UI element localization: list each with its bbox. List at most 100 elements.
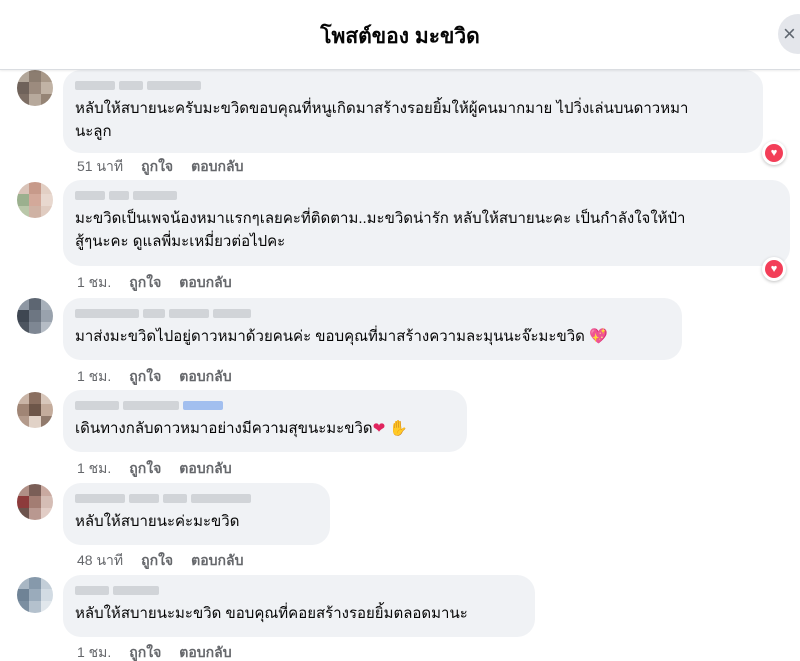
avatar[interactable] [17, 484, 53, 520]
avatar-pixel [29, 589, 41, 601]
like-button[interactable]: ถูกใจ [129, 459, 161, 477]
comment-actions: 1 ชม. ถูกใจ ตอบกลับ [77, 459, 232, 477]
avatar-pixel [41, 601, 53, 613]
comment-text: หลับให้สบายนะครับมะขวิดขอบคุณที่หนูเกิดม… [75, 100, 689, 140]
avatar-pixel [41, 182, 53, 194]
avatar-pixel [41, 82, 53, 94]
comment-time[interactable]: 1 ชม. [77, 273, 111, 291]
comment-actions: 1 ชม. ถูกใจ ตอบกลับ [77, 643, 232, 661]
avatar-pixel [17, 392, 29, 404]
avatar-pixel [29, 496, 41, 508]
avatar-pixel [29, 577, 41, 589]
avatar-pixel [41, 404, 53, 416]
like-button[interactable]: ถูกใจ [129, 643, 161, 661]
avatar-pixel [17, 404, 29, 416]
reply-button[interactable]: ตอบกลับ [191, 157, 243, 175]
comment-text: หลับให้สบายนะค่ะมะขวิด [75, 513, 240, 530]
avatar-pixel [29, 182, 41, 194]
avatar[interactable] [17, 298, 53, 334]
avatar-pixel [17, 601, 29, 613]
comment-actions: 1 ชม. ถูกใจ ตอบกลับ [77, 273, 232, 291]
avatar-pixel [29, 404, 41, 416]
avatar-pixel [17, 322, 29, 334]
avatar-pixel [17, 194, 29, 206]
avatar-pixel [17, 206, 29, 218]
avatar-pixel [29, 601, 41, 613]
avatar-pixel [41, 206, 53, 218]
reply-button[interactable]: ตอบกลับ [191, 551, 243, 569]
avatar-pixel [29, 484, 41, 496]
comment-text-body: มาส่งมะขวิดไปอยู่ดาวหมาด้วยคนค่ะ ขอบคุณท… [75, 328, 585, 345]
avatar-pixel [17, 416, 29, 428]
author-name-blurred[interactable] [75, 492, 318, 504]
comment-bubble: หลับให้สบายนะค่ะมะขวิด [63, 483, 330, 545]
avatar-pixel [17, 82, 29, 94]
comment-bubble: หลับให้สบายนะมะขวิด ขอบคุณที่คอยสร้างรอย… [63, 575, 535, 637]
comment-actions: 51 นาที ถูกใจ ตอบกลับ [77, 157, 243, 175]
avatar-pixel [29, 310, 41, 322]
reply-button[interactable]: ตอบกลับ [179, 367, 231, 385]
comment-time[interactable]: 1 ชม. [77, 643, 111, 661]
comment-text: มาส่งมะขวิดไปอยู่ดาวหมาด้วยคนค่ะ ขอบคุณท… [75, 325, 670, 348]
avatar-pixel [17, 94, 29, 106]
red-heart-icon: ❤ [372, 419, 386, 437]
heart-reaction[interactable]: ♥ [762, 141, 786, 165]
author-name-blurred[interactable] [75, 79, 751, 91]
avatar-pixel [17, 589, 29, 601]
comment-bubble: เดินทางกลับดาวหมาอย่างมีความสุขนะมะขวิด❤… [63, 390, 467, 452]
avatar-pixel [17, 496, 29, 508]
comment-time[interactable]: 1 ชม. [77, 459, 111, 477]
like-button[interactable]: ถูกใจ [129, 273, 161, 291]
hand-icon: ✋ [389, 419, 409, 437]
avatar-pixel [29, 508, 41, 520]
comment-bubble: มาส่งมะขวิดไปอยู่ดาวหมาด้วยคนค่ะ ขอบคุณท… [63, 298, 682, 360]
comment-text: มะขวิดเป็นเพจน้องหมาแรกๆเลยคะที่ติดตาม..… [75, 210, 686, 250]
avatar-pixel [29, 70, 41, 82]
heart-icon: ♥ [770, 262, 778, 275]
comment-text-body: เดินทางกลับดาวหมาอย่างมีความสุขนะมะขวิด [75, 420, 373, 437]
avatar-pixel [29, 322, 41, 334]
avatar[interactable] [17, 182, 53, 218]
comment-actions: 48 นาที ถูกใจ ตอบกลับ [77, 551, 243, 569]
avatar-pixel [29, 82, 41, 94]
reply-button[interactable]: ตอบกลับ [179, 273, 231, 291]
author-name-blurred[interactable] [75, 307, 670, 319]
comment-bubble: หลับให้สบายนะครับมะขวิดขอบคุณที่หนูเกิดม… [63, 70, 763, 153]
avatar-pixel [29, 392, 41, 404]
author-name-blurred[interactable] [75, 584, 523, 596]
avatar-pixel [41, 94, 53, 106]
reply-button[interactable]: ตอบกลับ [179, 459, 231, 477]
avatar-pixel [41, 298, 53, 310]
avatar-pixel [29, 206, 41, 218]
avatar-pixel [41, 392, 53, 404]
avatar-pixel [41, 194, 53, 206]
like-button[interactable]: ถูกใจ [141, 551, 173, 569]
heart-reaction[interactable]: ♥ [762, 257, 786, 281]
comment-time[interactable]: 48 นาที [77, 551, 123, 569]
author-name-blurred[interactable] [75, 189, 778, 201]
avatar-pixel [17, 182, 29, 194]
like-button[interactable]: ถูกใจ [129, 367, 161, 385]
sparkling-heart-icon: 💖 [589, 327, 608, 345]
avatar-pixel [17, 577, 29, 589]
comment-time[interactable]: 51 นาที [77, 157, 123, 175]
like-button[interactable]: ถูกใจ [141, 157, 173, 175]
avatar-pixel [41, 70, 53, 82]
avatar-pixel [41, 322, 53, 334]
comment-time[interactable]: 1 ชม. [77, 367, 111, 385]
comment-text: เดินทางกลับดาวหมาอย่างมีความสุขนะมะขวิด❤… [75, 417, 455, 440]
avatar-pixel [41, 496, 53, 508]
avatar-pixel [29, 94, 41, 106]
reply-button[interactable]: ตอบกลับ [179, 643, 231, 661]
avatar[interactable] [17, 577, 53, 613]
comment-actions: 1 ชม. ถูกใจ ตอบกลับ [77, 367, 232, 385]
avatar-pixel [41, 508, 53, 520]
avatar-pixel [17, 298, 29, 310]
avatar[interactable] [17, 70, 53, 106]
avatar-pixel [17, 484, 29, 496]
author-name-blurred[interactable] [75, 399, 455, 411]
avatar-pixel [41, 577, 53, 589]
comment-bubble: มะขวิดเป็นเพจน้องหมาแรกๆเลยคะที่ติดตาม..… [63, 180, 790, 266]
avatar-pixel [29, 416, 41, 428]
avatar[interactable] [17, 392, 53, 428]
